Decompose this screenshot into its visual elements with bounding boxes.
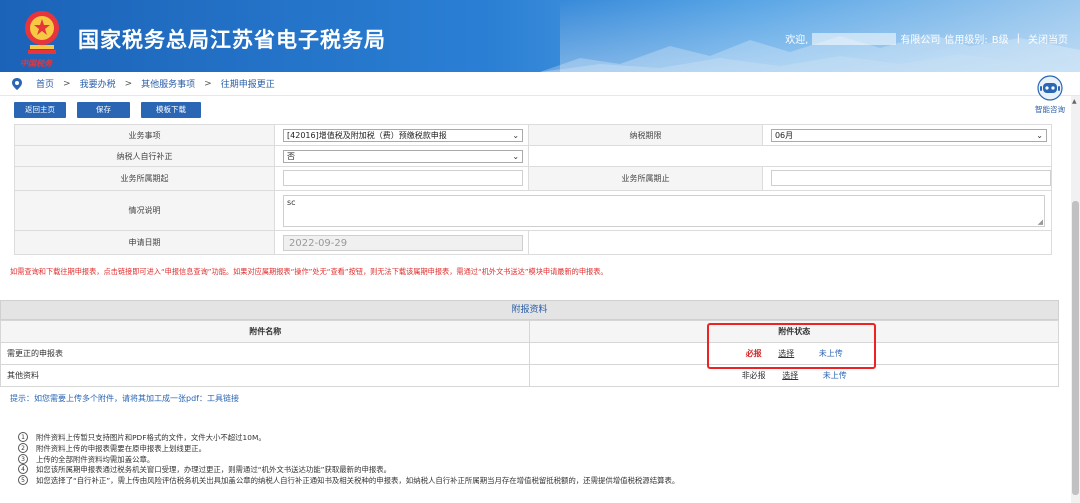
period-start-label: 业务所属期起 xyxy=(13,166,276,191)
breadcrumb-current: 往期申报更正 xyxy=(220,80,275,90)
description-label: 情况说明 xyxy=(13,190,276,231)
description-value: sc xyxy=(287,197,296,207)
scroll-up-arrow-icon[interactable]: ▲ xyxy=(1072,98,1077,105)
self-correct-value: 否 xyxy=(287,151,296,161)
site-header: 中国税务 国家税务总局江苏省电子税务局 欢迎, 有限公司 信用级别: B级 | … xyxy=(0,0,1080,72)
breadcrumb-separator: > xyxy=(124,78,133,89)
period-start-input[interactable] xyxy=(283,169,524,186)
empty-cell xyxy=(528,230,1052,255)
site-title: 国家税务总局江苏省电子税务局 xyxy=(78,28,386,52)
breadcrumb-tax[interactable]: 我要办税 xyxy=(80,77,116,90)
tax-emblem-icon xyxy=(25,11,59,54)
note-text: 附件资料上传的申报表需要在原申报表上划线更正。 xyxy=(36,443,206,453)
description-textarea[interactable]: sc ◢ xyxy=(283,194,1046,227)
welcome-text: 欢迎, xyxy=(785,35,809,46)
query-notice: 如需查询和下载往期申报表，点击链接即可进入“申报信息查询”功能。如果对应属期报表… xyxy=(10,267,608,276)
attachments-header-row: 附件名称 附件状态 xyxy=(0,320,1059,343)
apply-date-label: 申请日期 xyxy=(13,230,276,255)
optional-badge: 非必报 xyxy=(741,371,766,380)
attachments-section-title: 附报资料 xyxy=(0,300,1059,320)
business-item-label: 业务事项 xyxy=(13,124,276,146)
note-text: 如您选择了“自行补正”，需上传由风险评估税务机关出具加盖公章的纳税人自行补正通知… xyxy=(36,476,680,486)
correction-form: 业务事项 [42016]增值税及附加税（费）预缴税款申报 ⌄ 纳税期限 06月 … xyxy=(13,124,1053,255)
tax-logo-script: 中国税务 xyxy=(20,58,52,68)
user-bar: 欢迎, 有限公司 信用级别: B级 | 关闭当页 xyxy=(785,31,1068,46)
chevron-down-icon: ⌄ xyxy=(1036,130,1043,140)
note-text: 附件资料上传暂只支持图片和PDF格式的文件，文件大小不超过10M。 xyxy=(36,433,266,442)
period-end-cell xyxy=(761,166,1053,191)
form-row: 纳税人自行补正 否 ⌄ xyxy=(13,145,1052,167)
business-item-value: [42016]增值税及附加税（费）预缴税款申报 xyxy=(287,130,447,140)
upload-status: 未上传 xyxy=(822,371,847,380)
note-number: 1 xyxy=(18,432,28,442)
note-number: 2 xyxy=(18,442,28,453)
attachment-name: 其他资料 xyxy=(0,364,531,387)
credit-value: B级 xyxy=(991,35,1009,46)
breadcrumb-other-services[interactable]: 其他服务事项 xyxy=(141,77,195,90)
description-cell: sc ◢ xyxy=(274,190,1052,231)
chevron-down-icon: ⌄ xyxy=(512,130,520,140)
col-attachment-name: 附件名称 xyxy=(0,320,531,343)
list-item: 5 如您选择了“自行补正”，需上传由风险评估税务机关出具加盖公章的纳税人自行补正通… xyxy=(18,475,679,486)
table-row: 其他资料 非必报 选择 未上传 xyxy=(0,364,1059,387)
separator: | xyxy=(1016,33,1020,44)
note-text: 如您该所属期申报表通过税务机关窗口受理，办理过更正，则需通过“机外文书送达功能”… xyxy=(36,465,392,475)
tax-period-label: 纳税期限 xyxy=(528,124,763,146)
form-row: 业务所属期起 业务所属期止 xyxy=(13,166,1053,191)
breadcrumb-separator: > xyxy=(204,78,212,89)
masked-company-name xyxy=(812,32,897,45)
self-correct-select[interactable]: 否 ⌄ xyxy=(283,149,524,163)
credit-label: 信用级别: xyxy=(944,35,988,46)
company-suffix: 有限公司 xyxy=(900,35,941,46)
tax-period-value: 06月 xyxy=(774,130,794,140)
tax-period-cell: 06月 ⌄ xyxy=(761,124,1053,146)
resize-grip-icon[interactable]: ◢ xyxy=(1038,218,1043,226)
table-row: 需更正的申报表 必报 选择 未上传 xyxy=(0,342,1059,365)
list-item: 4 如您该所属期申报表通过税务机关窗口受理，办理过更正，则需通过“机外文书送达功能… xyxy=(18,464,679,475)
list-item: 1 附件资料上传暂只支持图片和PDF格式的文件，文件大小不超过10M。 xyxy=(18,432,679,443)
note-number: 5 xyxy=(18,475,28,486)
breadcrumb: 首页 > 我要办税 > 其他服务事项 > 往期申报更正 xyxy=(0,72,1080,96)
close-page-link[interactable]: 关闭当页 xyxy=(1028,31,1068,46)
self-correct-cell: 否 ⌄ xyxy=(274,145,529,167)
back-home-button[interactable]: 返回主页 xyxy=(14,102,66,118)
tax-period-select[interactable]: 06月 ⌄ xyxy=(770,128,1047,142)
form-row: 情况说明 sc ◢ xyxy=(13,190,1052,231)
period-end-input[interactable] xyxy=(770,169,1051,186)
attachments-table: 附件名称 附件状态 需更正的申报表 必报 选择 未上传 其他资料 非必报 选择 … xyxy=(0,320,1059,387)
empty-cell xyxy=(528,145,1052,167)
breadcrumb-separator: > xyxy=(63,78,71,89)
toolbar: 返回主页 保存 模板下载 xyxy=(14,102,201,118)
notes-list: 1 附件资料上传暂只支持图片和PDF格式的文件，文件大小不超过10M。 2 附件资料… xyxy=(18,432,679,486)
note-number: 3 xyxy=(18,453,28,464)
form-row: 申请日期 2022-09-29 xyxy=(13,230,1052,255)
scrollbar-thumb[interactable] xyxy=(1072,201,1079,495)
robot-assistant-icon xyxy=(1037,75,1063,101)
attachment-name: 需更正的申报表 xyxy=(0,342,531,365)
business-item-select[interactable]: [42016]增值税及附加税（费）预缴税款申报 ⌄ xyxy=(283,128,524,142)
business-item-cell: [42016]增值税及附加税（费）预缴税款申报 ⌄ xyxy=(274,124,529,146)
smart-consult-button[interactable]: 智能咨询 xyxy=(1028,75,1072,117)
list-item: 3 上传的全部附件资料均需加盖公章。 xyxy=(18,453,679,465)
apply-date-input: 2022-09-29 xyxy=(283,234,524,251)
list-item: 2 附件资料上传的申报表需要在原申报表上划线更正。 xyxy=(18,442,679,454)
breadcrumb-home[interactable]: 首页 xyxy=(36,77,54,90)
smart-consult-label: 智能咨询 xyxy=(1035,105,1065,114)
choose-file-link[interactable]: 选择 xyxy=(782,371,798,380)
note-text: 上传的全部附件资料均需加盖公章。 xyxy=(36,454,155,464)
status-highlight-box xyxy=(707,323,876,369)
template-download-button[interactable]: 模板下载 xyxy=(141,102,201,118)
save-button[interactable]: 保存 xyxy=(77,102,130,118)
period-start-cell xyxy=(274,166,529,191)
note-number: 4 xyxy=(18,464,28,475)
form-row: 业务事项 [42016]增值税及附加税（费）预缴税款申报 ⌄ 纳税期限 06月 … xyxy=(13,124,1053,146)
chevron-down-icon: ⌄ xyxy=(512,151,520,161)
self-correct-label: 纳税人自行补正 xyxy=(13,145,276,167)
period-end-label: 业务所属期止 xyxy=(528,166,763,191)
upload-tip: 提示：如您需要上传多个附件，请将其加工成一张pdf：工具链接 xyxy=(10,394,239,403)
location-pin-icon xyxy=(12,77,22,90)
apply-date-cell: 2022-09-29 xyxy=(274,230,529,255)
